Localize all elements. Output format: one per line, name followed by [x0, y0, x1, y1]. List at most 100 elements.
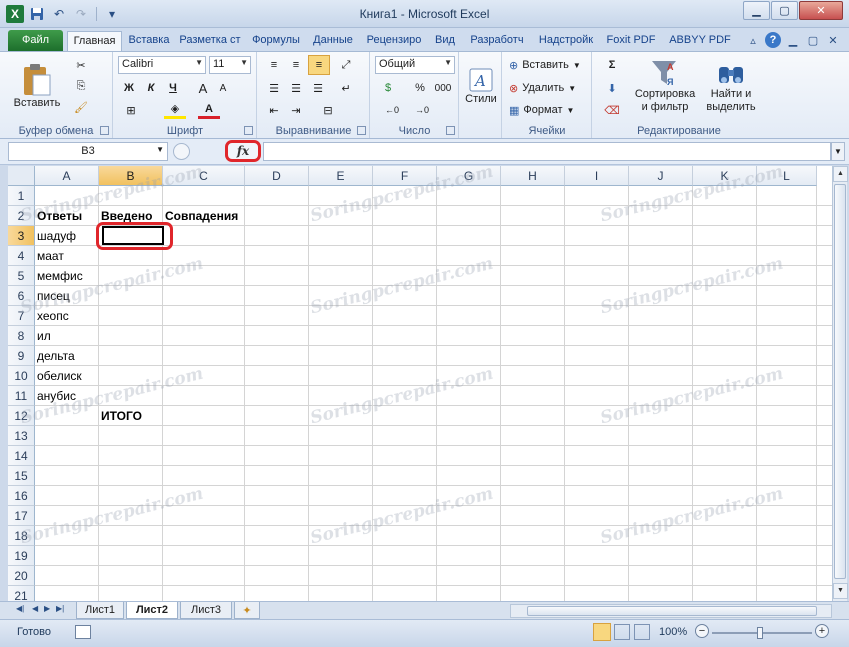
delete-cells-button[interactable]: ⊗ Удалить ▼ — [509, 79, 589, 97]
number-launcher-icon[interactable] — [446, 126, 455, 135]
row-header-2[interactable]: 2 — [8, 206, 35, 226]
row-header-8[interactable]: 8 — [8, 326, 35, 346]
tab-review[interactable]: Рецензиро — [362, 31, 426, 51]
insert-function-button[interactable]: fx — [225, 140, 261, 162]
last-sheet-icon[interactable]: ▶| — [56, 604, 64, 613]
cell-a3[interactable]: шадуф — [35, 226, 76, 246]
find-select-button[interactable]: Найти и выделить — [701, 54, 761, 118]
column-header-b[interactable]: B — [99, 166, 163, 186]
font-launcher-icon[interactable] — [244, 126, 253, 135]
underline-button[interactable]: Ч — [164, 79, 182, 97]
cell-a4[interactable]: маат — [35, 246, 64, 266]
wrap-text-icon[interactable]: ↵ — [336, 79, 356, 97]
doc-close-icon[interactable]: ✕ — [825, 32, 841, 48]
number-format-select[interactable]: Общий ▼ — [375, 56, 455, 74]
row-header-13[interactable]: 13 — [8, 426, 35, 446]
font-color-icon[interactable]: A — [198, 101, 220, 119]
row-header-20[interactable]: 20 — [8, 566, 35, 586]
decrease-indent-icon[interactable]: ⇤ — [264, 101, 284, 119]
merge-center-icon[interactable]: ⊟ — [314, 101, 342, 119]
insert-cells-button[interactable]: ⊕ Вставить ▼ — [509, 56, 589, 74]
paste-button[interactable]: Вставить — [12, 56, 62, 116]
cut-icon[interactable]: ✂ — [70, 56, 92, 74]
grow-font-button[interactable]: A — [194, 79, 212, 97]
cell-a6[interactable]: писец — [35, 286, 70, 306]
copy-icon[interactable]: ⎘ — [70, 77, 92, 95]
column-header-j[interactable]: J — [629, 166, 693, 186]
align-top-icon[interactable]: ≡ — [264, 56, 284, 74]
row-header-17[interactable]: 17 — [8, 506, 35, 526]
align-left-icon[interactable]: ☰ — [264, 79, 284, 97]
format-painter-icon[interactable]: 🖌 — [70, 98, 92, 116]
row-header-19[interactable]: 19 — [8, 546, 35, 566]
first-sheet-icon[interactable]: ◀| — [16, 604, 24, 613]
row-header-18[interactable]: 18 — [8, 526, 35, 546]
doc-restore-icon[interactable]: ▢ — [805, 32, 821, 48]
thousands-button[interactable]: 000 — [431, 79, 455, 97]
macro-record-icon[interactable] — [75, 625, 91, 639]
row-header-11[interactable]: 11 — [8, 386, 35, 406]
expand-formula-bar-icon[interactable]: ▼ — [831, 142, 845, 161]
shrink-font-button[interactable]: A — [214, 79, 232, 97]
row-header-15[interactable]: 15 — [8, 466, 35, 486]
scroll-up-icon[interactable]: ▲ — [833, 166, 848, 182]
row-header-6[interactable]: 6 — [8, 286, 35, 306]
vertical-scrollbar[interactable]: ▲ ▼ — [832, 166, 848, 601]
collapse-ribbon-icon[interactable]: ▵ — [745, 32, 761, 48]
align-center-icon[interactable]: ☰ — [286, 79, 306, 97]
font-name-select[interactable]: Calibri ▼ — [118, 56, 206, 74]
row-header-10[interactable]: 10 — [8, 366, 35, 386]
row-header-5[interactable]: 5 — [8, 266, 35, 286]
format-cells-button[interactable]: ▦ Формат ▼ — [509, 101, 589, 119]
zoom-slider[interactable] — [712, 627, 812, 639]
select-all-corner[interactable] — [8, 166, 35, 186]
row-header-4[interactable]: 4 — [8, 246, 35, 266]
row-header-9[interactable]: 9 — [8, 346, 35, 366]
bold-button[interactable]: Ж — [120, 79, 138, 97]
autosum-button[interactable]: Σ — [599, 56, 625, 74]
decrease-decimal-icon[interactable]: →0 — [409, 101, 435, 119]
italic-button[interactable]: К — [142, 79, 160, 97]
tab-formulas[interactable]: Формулы — [248, 31, 304, 51]
column-header-i[interactable]: I — [565, 166, 629, 186]
horizontal-scroll-thumb[interactable] — [527, 606, 817, 616]
vertical-scroll-thumb[interactable] — [834, 184, 846, 579]
next-sheet-icon[interactable]: ▶ — [44, 604, 50, 613]
currency-icon[interactable]: $ — [377, 79, 399, 97]
prev-sheet-icon[interactable]: ◀ — [32, 604, 38, 613]
align-middle-icon[interactable]: ≡ — [286, 56, 306, 74]
row-header-1[interactable]: 1 — [8, 186, 35, 206]
font-size-select[interactable]: 11 ▼ — [209, 56, 251, 74]
fill-icon[interactable]: ⬇ — [599, 79, 625, 97]
cell-a11[interactable]: анубис — [35, 386, 76, 406]
column-header-c[interactable]: C — [163, 166, 245, 186]
column-header-d[interactable]: D — [245, 166, 309, 186]
tab-developer[interactable]: Разработч — [463, 31, 531, 51]
zoom-out-button[interactable]: − — [695, 624, 709, 638]
column-header-a[interactable]: A — [35, 166, 99, 186]
column-header-f[interactable]: F — [373, 166, 437, 186]
page-break-view-icon[interactable] — [634, 624, 650, 640]
cell-a5[interactable]: мемфис — [35, 266, 83, 286]
tab-data[interactable]: Данные — [308, 31, 358, 51]
cell-a8[interactable]: ил — [35, 326, 51, 346]
cell-b12[interactable]: ИТОГО — [99, 406, 142, 426]
orientation-icon[interactable]: ⤢ — [336, 56, 356, 74]
tab-view[interactable]: Вид — [430, 31, 460, 51]
column-header-l[interactable]: L — [757, 166, 817, 186]
zoom-slider-knob[interactable] — [757, 627, 763, 639]
row-header-7[interactable]: 7 — [8, 306, 35, 326]
cell-a2[interactable]: Ответы — [35, 206, 82, 226]
tab-abbyy-pdf[interactable]: ABBYY PDF — [665, 31, 735, 51]
cell-a7[interactable]: хеопс — [35, 306, 69, 326]
sheet-tab-2[interactable]: Лист2 — [126, 602, 178, 619]
formula-input[interactable] — [263, 142, 831, 161]
cell-c2[interactable]: Совпадения — [163, 206, 238, 226]
borders-icon[interactable]: ⊞ — [120, 101, 142, 119]
row-header-16[interactable]: 16 — [8, 486, 35, 506]
row-header-14[interactable]: 14 — [8, 446, 35, 466]
clipboard-launcher-icon[interactable] — [100, 126, 109, 135]
name-box-dropdown-icon[interactable]: ▼ — [156, 145, 164, 154]
close-button[interactable]: ✕ — [799, 1, 843, 20]
align-bottom-icon[interactable]: ≡ — [308, 55, 330, 75]
